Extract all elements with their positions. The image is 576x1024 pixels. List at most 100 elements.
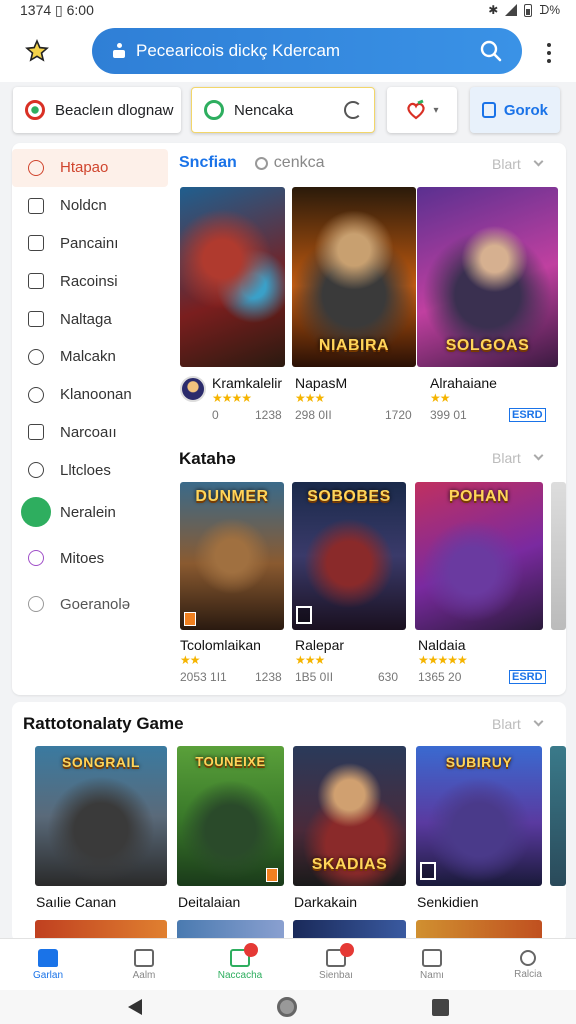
game-tile-3-4[interactable]: SUBIRUY [416,746,542,886]
tab-label: Aalm [132,969,156,981]
game-tile-1-1[interactable] [180,187,285,367]
chip-filter-4[interactable]: Gorok [470,87,560,133]
game-tile-2-4-partial[interactable] [551,482,566,630]
sidebar-item-9[interactable]: Neralein [12,489,170,535]
box-icon [482,102,496,118]
star-icon [25,39,49,62]
game-name: Senkidien [417,894,479,910]
game-name: Darkakain [294,894,358,910]
bottom-nav: Garlan Aalm Naccacha Sienbaı Namı Ralcia [0,938,576,990]
chip-filter-1[interactable]: Beacleın dlognaw [13,87,181,133]
chip-filter-2[interactable]: Nencaka [191,87,375,133]
tab-home[interactable]: Garlan [0,939,96,990]
game-tile-3-2[interactable]: TOUNEIXE [177,746,284,886]
battery-percent: ᗪ% [539,2,560,17]
category-icon [28,311,44,328]
sidebar-item-11[interactable]: Goeranolə [12,581,170,627]
sidebar-item-1[interactable]: Noldcn [12,187,170,225]
game-tile-2-1[interactable]: DUNMER [180,482,284,630]
back-icon[interactable] [127,999,142,1015]
sidebar-item-8[interactable]: Lltcloes [12,451,170,489]
game-tile-3-1[interactable]: SONGRAIL [35,746,167,886]
section-1-search[interactable]: cenkca [254,154,325,172]
search-icon[interactable] [480,40,502,62]
rating-stars: ★★ [180,653,200,667]
section-1-header: Sncfian cenkca [179,154,325,172]
chip-label: Beacleın dlognaw [55,101,174,119]
top-bar: Pecearicois dickç Kdercam [0,20,576,82]
game-name: Kramkalelir [212,375,283,391]
game-art-title: SKADIAS [311,856,388,873]
sidebar: Htapao Noldcn Pancainı Racoinsi Naltaga … [12,149,170,627]
section-2-more-button[interactable]: Blart [492,450,544,466]
esrb-badge: ESRD [509,408,546,422]
section-2-title: Katahə [179,449,236,468]
category-icon [28,550,44,567]
chevron-down-icon [533,156,544,167]
section-2-more-label: Blart [492,450,521,466]
sidebar-item-label: Malcakn [60,348,116,366]
notification-dot [244,943,258,957]
game-meta: 630 [378,670,399,684]
rating-stars: ★★★★★ [418,653,468,667]
game-meta: 1B5 0II [295,670,334,684]
game-tile-2-3[interactable]: POHAN [415,482,543,630]
game-tile-3-3[interactable]: SKADIAS [293,746,406,886]
sidebar-item-label: Racoinsi [60,272,118,290]
search-query: Pecearicois dickç Kdercam [136,41,341,60]
chevron-down-icon: ▾ [433,104,439,116]
tab-games[interactable]: Naccacha [192,939,288,990]
section-3-more-button[interactable]: Blart [492,716,544,732]
tab-offers[interactable]: Sienbaı [288,939,384,990]
chip-filter-3[interactable]: ▾ [387,87,457,133]
game-tile-1-2[interactable]: NIABIRA [292,187,416,367]
game-artwork [551,482,566,630]
game-tile-3-5-partial[interactable] [550,746,566,886]
game-tile-1-3[interactable]: SOLGOAS [417,187,558,367]
sidebar-item-2[interactable]: Pancainı [12,225,170,263]
search-bar[interactable]: Pecearicois dickç Kdercam [92,28,522,74]
tab-books[interactable]: Namı [384,939,480,990]
rating-stars: ★★★★ [212,391,252,405]
chip-label: Gorok [503,101,548,119]
tab-account[interactable]: Ralcia [480,939,576,990]
game-meta: 1365 20 [418,670,462,684]
recent-apps-icon[interactable] [431,998,449,1016]
sidebar-item-0[interactable]: Htapao [12,149,168,187]
sidebar-item-label: Mitoes [60,549,105,567]
sidebar-item-7[interactable]: Narcoaıı [12,414,170,452]
section-2-header: Katahə [179,449,236,469]
more-options-icon[interactable] [540,40,558,66]
sidebar-item-5[interactable]: Malcakn [12,338,170,376]
status-bar: 1374 ▯ 6:00 ✱ ᗪ% [0,0,576,20]
game-meta: 2053 1I1 [180,670,227,684]
developer-avatar [180,376,206,402]
game-meta: 399 01 [430,408,467,422]
tab-apps[interactable]: Aalm [96,939,192,990]
rating-stars: ★★★ [295,653,325,667]
sidebar-item-4[interactable]: Naltaga [12,300,170,338]
recommended-section: Rattotonalaty Game Blart SONGRAIL TOUNEI… [12,702,566,942]
section-1-more-button[interactable]: Blart [492,156,544,172]
category-icon [21,497,51,528]
tab-label: Ralcia [514,968,542,980]
favorite-star-button[interactable] [20,34,54,68]
sidebar-item-10[interactable]: Mitoes [12,535,170,581]
sidebar-item-3[interactable]: Racoinsi [12,262,170,300]
sidebar-item-label: Narcoaıı [60,423,117,441]
section-3-more-label: Blart [492,716,521,732]
game-name: Tcolomlaikan [180,637,261,653]
sidebar-item-label: Naltaga [60,310,112,328]
game-tile-2-2[interactable]: SOBOBES [292,482,406,630]
sidebar-item-label: Noldcn [60,197,107,215]
tab-label: Naccacha [217,969,263,981]
home-button-icon[interactable] [276,997,297,1017]
sidebar-item-6[interactable]: Klanoonan [12,376,170,414]
tab-label: Sienbaı [319,969,353,981]
user-icon [520,949,536,966]
battery-icon [524,3,533,17]
section-3-header: Rattotonalaty Game [23,714,184,734]
home-icon [38,948,58,967]
game-name: NapasM [295,375,348,391]
cycle-icon [344,101,362,119]
